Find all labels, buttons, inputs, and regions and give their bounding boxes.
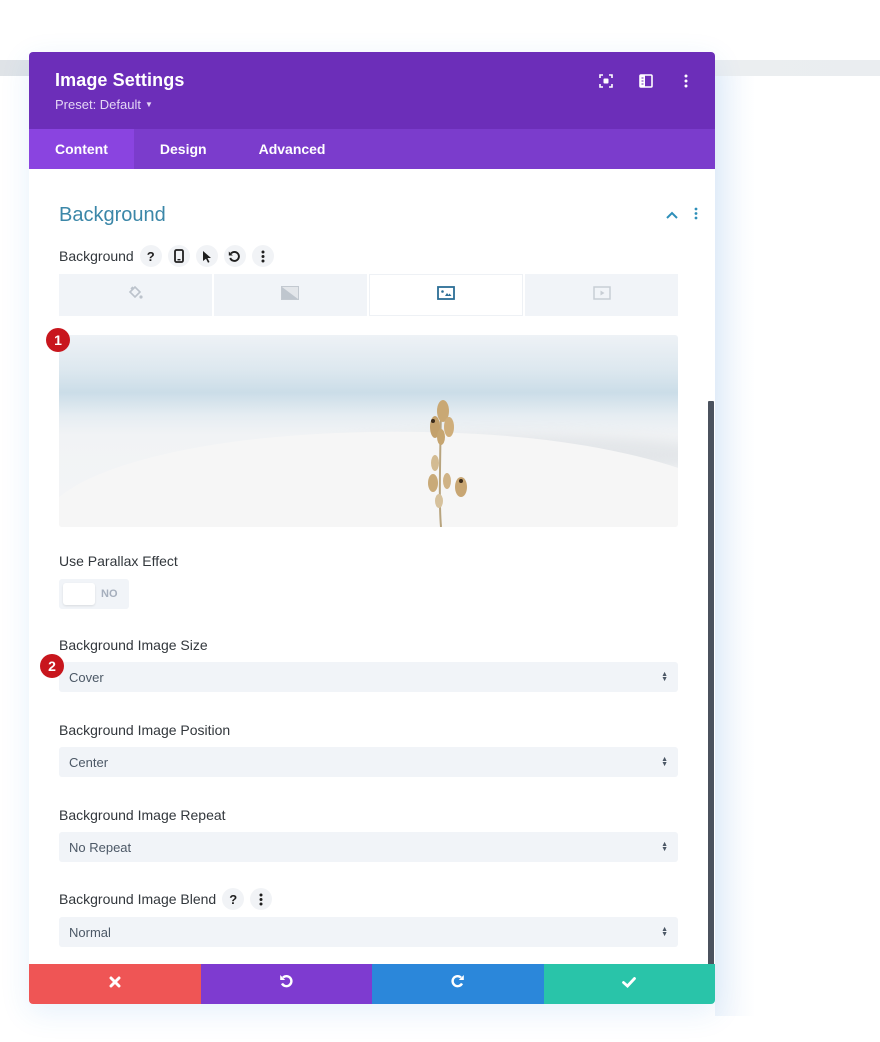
section-title: Background bbox=[59, 203, 166, 226]
close-x-icon bbox=[109, 975, 121, 993]
image-icon bbox=[436, 285, 455, 305]
modal-shadow bbox=[715, 76, 755, 1016]
background-section-header[interactable]: Background bbox=[59, 203, 698, 227]
background-field-label-row: Background ? bbox=[59, 245, 678, 267]
toggle-knob bbox=[63, 583, 95, 605]
image-size-label: Background Image Size bbox=[59, 637, 208, 653]
focus-mode-icon[interactable] bbox=[597, 72, 615, 90]
tab-advanced[interactable]: Advanced bbox=[233, 129, 352, 169]
help-icon[interactable]: ? bbox=[139, 245, 162, 267]
select-value: Center bbox=[69, 754, 109, 770]
preset-label: Preset: Default bbox=[55, 97, 141, 112]
select-arrows-icon: ▲ ▼ bbox=[661, 756, 668, 768]
redo-button[interactable] bbox=[372, 964, 544, 1004]
bg-type-color-tab[interactable] bbox=[59, 274, 212, 316]
caret-down-icon: ▼ bbox=[145, 100, 153, 109]
cancel-button[interactable] bbox=[29, 964, 201, 1004]
annotation-badge-1: 1 bbox=[46, 328, 70, 352]
preview-plant-image bbox=[428, 400, 467, 527]
reset-undo-icon[interactable] bbox=[223, 245, 246, 267]
toggle-state: NO bbox=[101, 588, 118, 600]
tab-content[interactable]: Content bbox=[29, 129, 134, 169]
image-repeat-label: Background Image Repeat bbox=[59, 807, 226, 823]
save-button[interactable] bbox=[543, 964, 715, 1004]
preview-dune bbox=[59, 411, 678, 527]
background-field-label: Background bbox=[59, 248, 134, 264]
preset-selector[interactable]: Preset: Default ▼ bbox=[55, 97, 715, 112]
undo-icon bbox=[279, 974, 294, 994]
settings-tabs: Content Design Advanced bbox=[29, 129, 715, 169]
more-options-icon[interactable] bbox=[677, 72, 695, 90]
select-arrows-icon: ▲ ▼ bbox=[661, 671, 668, 683]
video-icon bbox=[592, 285, 611, 305]
select-arrows-icon: ▲ ▼ bbox=[661, 841, 668, 853]
image-blend-label: Background Image Blend bbox=[59, 891, 217, 907]
parallax-label: Use Parallax Effect bbox=[59, 553, 178, 569]
gradient-icon bbox=[281, 285, 300, 305]
image-settings-modal: Image Settings Preset: Default ▼ Content… bbox=[29, 52, 715, 1004]
color-fill-bucket-icon bbox=[127, 285, 143, 305]
checkmark-icon bbox=[622, 975, 637, 993]
modal-footer bbox=[29, 964, 715, 1004]
bg-type-image-tab[interactable] bbox=[368, 274, 524, 316]
settings-content: Background Background ? Use Parallax Eff… bbox=[29, 169, 715, 975]
section-more-icon[interactable] bbox=[694, 207, 698, 223]
more-options-icon[interactable] bbox=[251, 245, 274, 267]
select-arrows-icon: ▲ ▼ bbox=[661, 926, 668, 938]
collapse-chevron-up-icon[interactable] bbox=[666, 208, 678, 222]
responsive-phone-icon[interactable] bbox=[167, 245, 190, 267]
split-view-icon[interactable] bbox=[637, 72, 655, 90]
background-type-tabs bbox=[59, 274, 678, 316]
select-value: Cover bbox=[69, 669, 104, 685]
redo-icon bbox=[450, 974, 465, 994]
select-value: Normal bbox=[69, 924, 111, 940]
help-icon[interactable]: ? bbox=[222, 888, 245, 910]
image-repeat-select[interactable]: No Repeat ▲ ▼ bbox=[59, 832, 678, 862]
modal-header[interactable]: Image Settings Preset: Default ▼ bbox=[29, 52, 715, 129]
undo-button[interactable] bbox=[200, 964, 372, 1004]
image-blend-label-row: Background Image Blend ? bbox=[59, 888, 678, 910]
image-position-select[interactable]: Center ▲ ▼ bbox=[59, 747, 678, 777]
image-position-label: Background Image Position bbox=[59, 722, 231, 738]
image-blend-select[interactable]: Normal ▲ ▼ bbox=[59, 917, 678, 947]
image-size-select[interactable]: Cover ▲ ▼ bbox=[59, 662, 678, 692]
content-scrollbar[interactable] bbox=[708, 401, 714, 975]
bg-type-gradient-tab[interactable] bbox=[213, 274, 367, 316]
bg-type-video-tab[interactable] bbox=[525, 274, 678, 316]
hover-cursor-icon[interactable] bbox=[195, 245, 218, 267]
background-image-preview[interactable] bbox=[59, 335, 678, 527]
more-options-icon[interactable] bbox=[250, 888, 273, 910]
annotation-badge-2: 2 bbox=[40, 654, 64, 678]
tab-design[interactable]: Design bbox=[134, 129, 233, 169]
select-value: No Repeat bbox=[69, 839, 132, 855]
parallax-toggle[interactable]: NO bbox=[59, 579, 129, 609]
